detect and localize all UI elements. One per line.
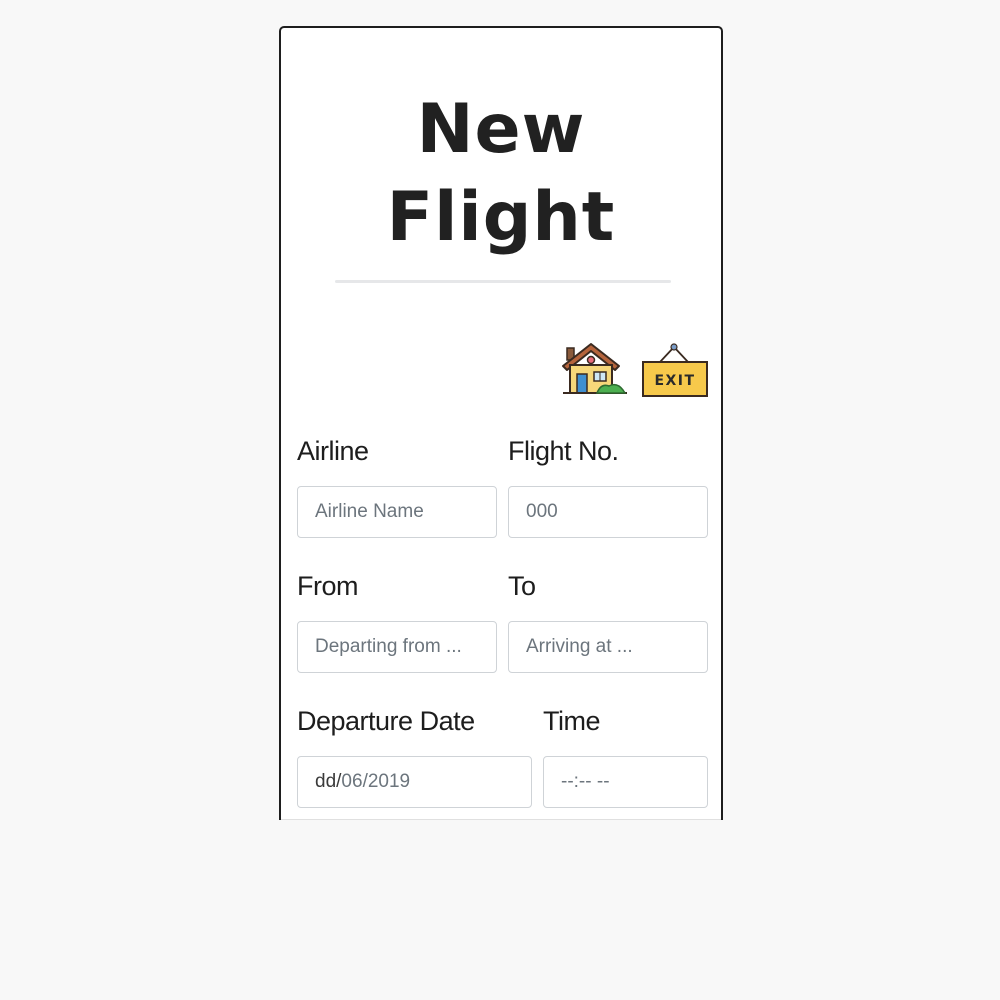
flight-number-label: Flight No. (508, 436, 619, 466)
exit-sign-label: EXIT (654, 373, 695, 389)
time-label: Time (543, 706, 601, 736)
date-year-segment[interactable]: 2019 (368, 771, 410, 792)
home-button[interactable] (561, 338, 629, 402)
departure-date-label: Departure Date (297, 706, 475, 736)
page-title: New Flight (281, 86, 721, 262)
to-input[interactable] (508, 621, 708, 673)
exit-button[interactable]: EXIT (641, 342, 711, 400)
time-input[interactable]: --:-- -- (543, 756, 708, 808)
date-day-segment[interactable]: dd (315, 771, 336, 792)
house-icon (562, 343, 627, 394)
page-title-line1: New (416, 90, 586, 169)
flight-number-input[interactable] (508, 486, 708, 538)
date-month-segment[interactable]: 06 (341, 771, 362, 792)
airline-input[interactable] (297, 486, 497, 538)
to-label: To (508, 571, 536, 601)
new-flight-card: New Flight EXIT Airline Airline Name Fli… (279, 26, 723, 820)
exit-sign-icon: EXIT (642, 343, 708, 397)
title-divider (335, 280, 671, 283)
from-label: From (297, 571, 359, 601)
departure-date-input[interactable]: dd/06/2019 (297, 756, 532, 808)
page-title-line2: Flight (386, 178, 616, 257)
airline-label: Airline (297, 436, 369, 466)
from-input[interactable] (297, 621, 497, 673)
time-value: --:-- -- (561, 771, 610, 792)
